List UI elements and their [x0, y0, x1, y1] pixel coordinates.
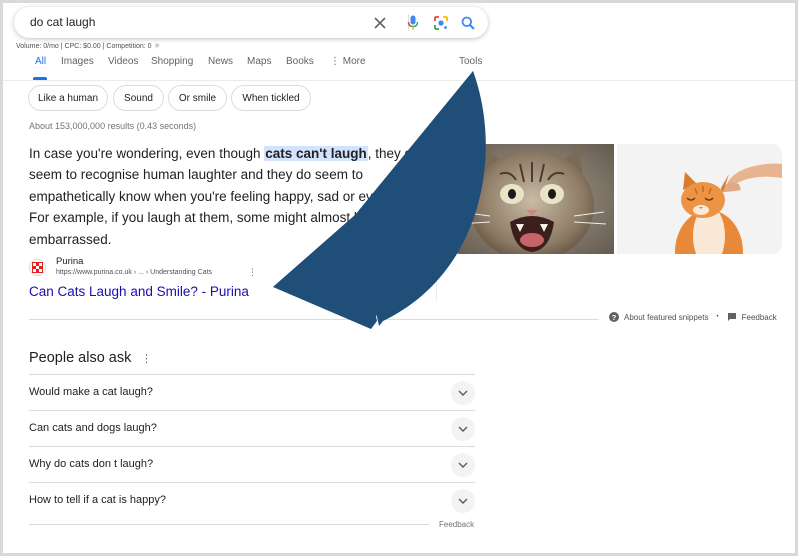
paa-bottom-divider	[29, 524, 429, 525]
laughing-cat-image[interactable]	[450, 144, 614, 254]
chip-like-a-human[interactable]: Like a human	[28, 85, 108, 111]
snippet-footer: ? About featured snippets • Feedback	[609, 312, 777, 322]
snippet-highlight: cats can't laugh	[264, 146, 368, 161]
result-title-link[interactable]: Can Cats Laugh and Smile? - Purina	[29, 284, 249, 299]
microphone-icon[interactable]	[403, 13, 423, 33]
snippet-divider	[436, 145, 437, 301]
paa-question[interactable]: Can cats and dogs laugh?	[29, 410, 475, 446]
tab-all[interactable]: All	[35, 56, 46, 67]
chip-sound[interactable]: Sound	[113, 85, 164, 111]
tab-books[interactable]: Books	[286, 56, 314, 67]
chevron-down-icon[interactable]	[451, 453, 475, 477]
svg-text:?: ?	[612, 313, 617, 322]
footer-separator: •	[716, 314, 719, 320]
search-input[interactable]: do cat laugh	[30, 15, 95, 29]
feedback-icon	[727, 312, 737, 322]
snippet-separator	[29, 319, 599, 320]
active-tab-indicator	[33, 77, 47, 80]
tab-more[interactable]: ⋮ More	[330, 56, 366, 67]
tab-maps[interactable]: Maps	[247, 56, 271, 67]
close-icon[interactable]	[370, 13, 390, 33]
search-tabs: All Images Videos Shopping News Maps Boo…	[3, 55, 795, 81]
tab-news[interactable]: News	[208, 56, 233, 67]
tab-tools[interactable]: Tools	[459, 56, 482, 67]
ginger-cat-image[interactable]	[617, 144, 782, 254]
source-name[interactable]: Purina	[56, 256, 83, 267]
screenshot-frame: do cat laugh Volume: 0/mo | CPC: $0.00 |…	[0, 0, 798, 556]
chip-when-tickled[interactable]: When tickled	[231, 85, 311, 111]
people-also-ask-title: People also ask	[29, 350, 132, 366]
chevron-down-icon[interactable]	[451, 489, 475, 513]
result-stats: About 153,000,000 results (0.43 seconds)	[29, 121, 197, 131]
chevron-down-icon[interactable]	[451, 417, 475, 441]
lens-icon[interactable]	[431, 13, 451, 33]
purina-logo-icon	[29, 259, 46, 276]
chevron-down-icon[interactable]	[451, 381, 475, 405]
source-url[interactable]: https://www.purina.co.uk › ... › Underst…	[56, 269, 212, 276]
search-bar[interactable]: do cat laugh	[14, 7, 488, 38]
search-icon[interactable]	[458, 13, 478, 33]
chip-or-smile[interactable]: Or smile	[168, 85, 227, 111]
paa-question[interactable]: Why do cats don t laugh?	[29, 446, 475, 482]
star-icon[interactable]: ★	[154, 41, 161, 50]
tab-videos[interactable]: Videos	[108, 56, 138, 67]
tab-shopping[interactable]: Shopping	[151, 56, 193, 67]
paa-question[interactable]: How to tell if a cat is happy?	[29, 482, 475, 518]
keyword-volume-info: Volume: 0/mo | CPC: $0.00 | Competition:…	[16, 41, 161, 50]
kebab-icon: ⋮	[330, 56, 340, 67]
paa-feedback-link[interactable]: Feedback	[439, 520, 474, 529]
tab-images[interactable]: Images	[61, 56, 94, 67]
kebab-icon[interactable]: ⋮	[141, 352, 152, 365]
question-icon: ?	[609, 312, 619, 322]
kebab-icon[interactable]: ⋮	[248, 267, 257, 278]
paa-question[interactable]: Would make a cat laugh?	[29, 374, 475, 410]
snippet-feedback-link[interactable]: Feedback	[742, 313, 777, 322]
about-featured-snippets-link[interactable]: About featured snippets	[624, 313, 709, 322]
featured-snippet-text: In case you're wondering, even though ca…	[29, 146, 420, 247]
